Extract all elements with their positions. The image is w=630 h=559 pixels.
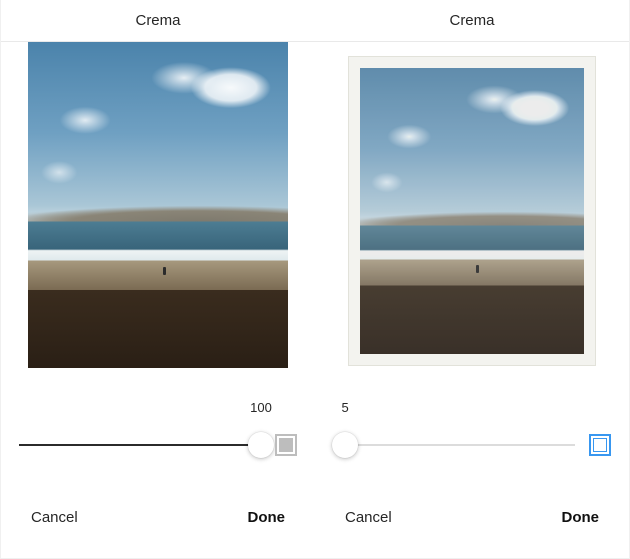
frame-toggle-icon[interactable]: [275, 434, 297, 456]
intensity-slider[interactable]: [19, 444, 261, 446]
slider-knob[interactable]: [248, 432, 274, 458]
filter-title: Crema: [1, 0, 315, 42]
intensity-value: 100: [250, 400, 272, 415]
preview-image-framed[interactable]: [348, 56, 596, 366]
action-bar: Cancel Done: [1, 492, 315, 558]
intensity-control: 5: [315, 388, 629, 468]
frame-toggle-icon[interactable]: [589, 434, 611, 456]
slider-knob[interactable]: [332, 432, 358, 458]
intensity-slider[interactable]: [333, 444, 575, 446]
filter-panel-right: Crema 5 Cancel Done: [315, 0, 629, 558]
done-button[interactable]: Done: [248, 509, 286, 526]
preview-image[interactable]: [28, 42, 288, 368]
cancel-button[interactable]: Cancel: [345, 509, 392, 526]
filter-compare-view: Crema 100 Cancel Done Crema: [0, 0, 630, 559]
filter-title: Crema: [315, 0, 629, 42]
preview-stage: [1, 42, 315, 388]
done-button[interactable]: Done: [562, 509, 600, 526]
action-bar: Cancel Done: [315, 492, 629, 558]
intensity-value: 5: [341, 400, 348, 415]
preview-stage: [315, 42, 629, 388]
filter-panel-left: Crema 100 Cancel Done: [1, 0, 315, 558]
cancel-button[interactable]: Cancel: [31, 509, 78, 526]
intensity-control: 100: [1, 388, 315, 468]
